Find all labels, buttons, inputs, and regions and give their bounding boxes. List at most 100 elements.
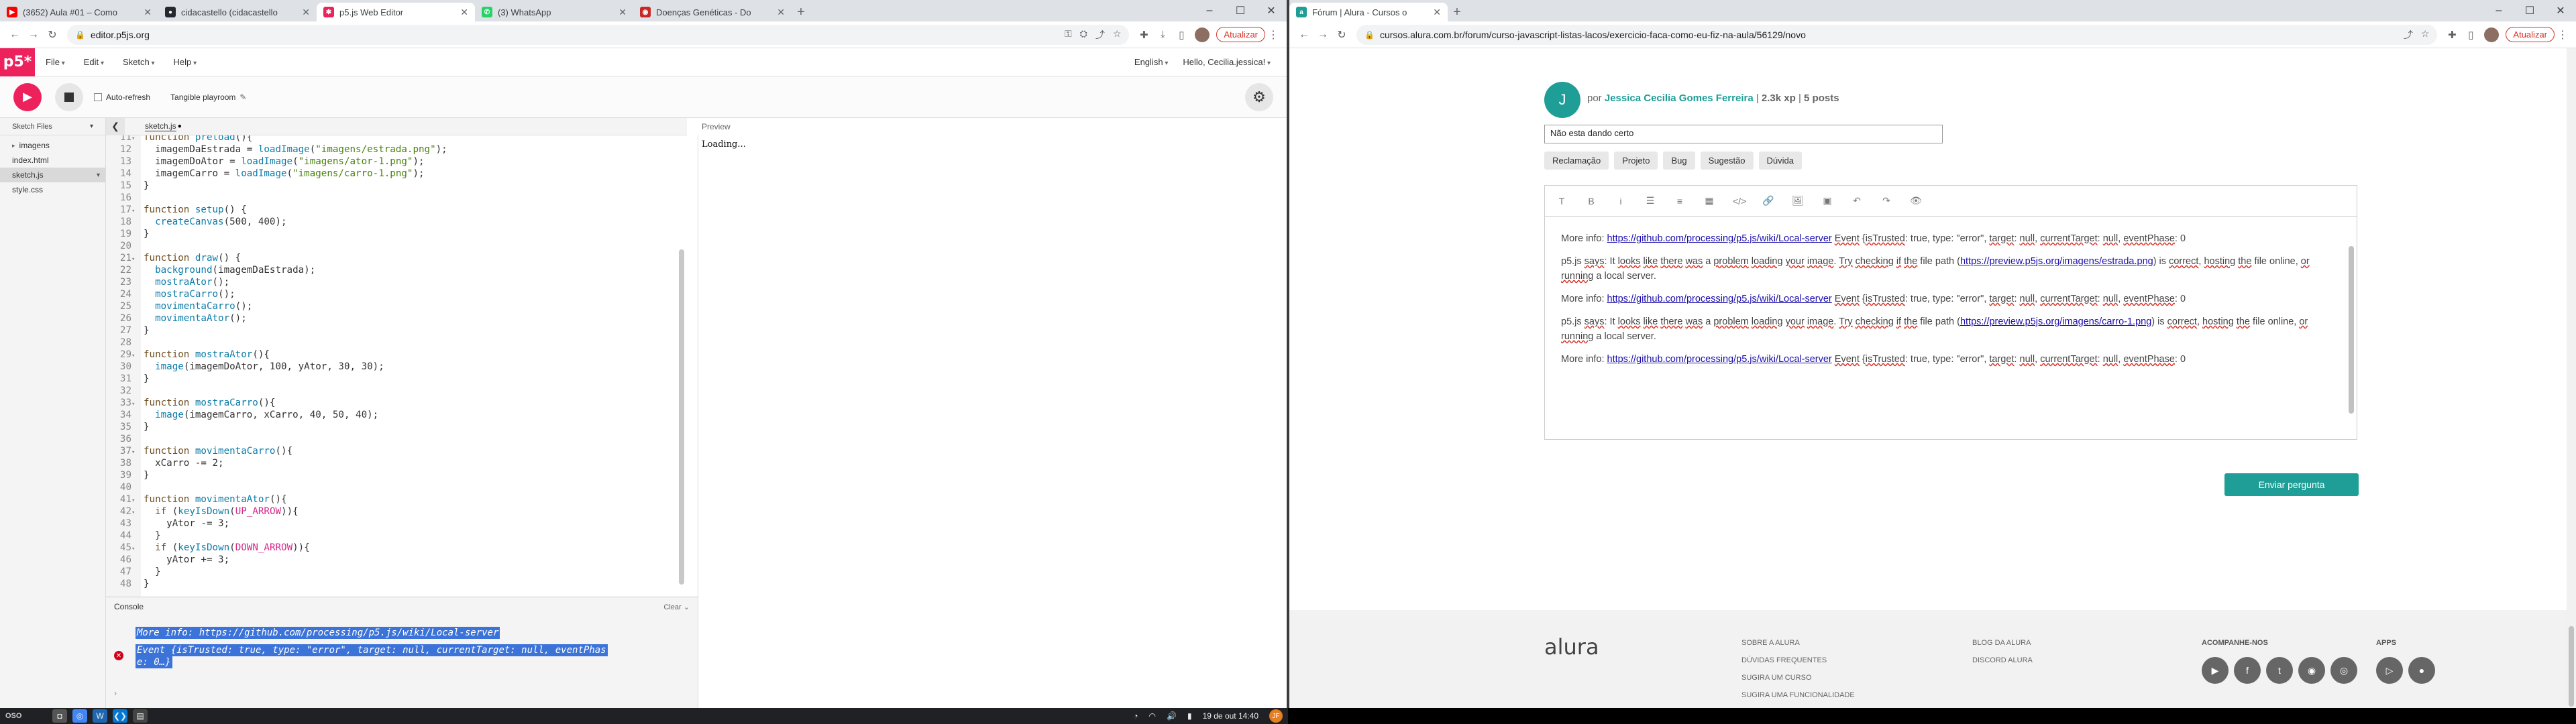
facebook-icon[interactable]: f xyxy=(2234,657,2261,684)
youtube-icon[interactable]: ▶ xyxy=(2202,657,2229,684)
preview-eye-icon[interactable]: 👁 xyxy=(1910,195,1922,206)
code-icon[interactable]: </> xyxy=(1733,196,1746,206)
file-item[interactable]: sketch.js ▾ xyxy=(0,168,105,182)
share-icon[interactable]: ⤴ xyxy=(1095,28,1105,42)
minimize-icon[interactable]: – xyxy=(2483,0,2514,21)
console-line[interactable]: More info: https://github.com/processing… xyxy=(136,627,500,639)
tab-close-icon[interactable]: ✕ xyxy=(460,7,468,18)
open-file-tab[interactable]: sketch.js xyxy=(145,121,176,131)
translate-icon[interactable]: ⛭ xyxy=(1080,28,1087,42)
menu-help[interactable]: Help xyxy=(174,57,197,67)
chrome-app-icon[interactable]: ◎ xyxy=(72,709,87,723)
code-editor[interactable]: 11▾ function preload(){12 imagemDaEstrada… xyxy=(106,135,687,597)
file-item[interactable]: style.css xyxy=(0,182,105,197)
editor-scrollbar[interactable] xyxy=(679,249,684,585)
tag-button[interactable]: Sugestão xyxy=(1700,152,1754,170)
new-tab-button[interactable]: + xyxy=(792,3,810,21)
console-prompt-icon[interactable]: › xyxy=(114,688,117,698)
editor-content[interactable]: More info: https://github.com/processing… xyxy=(1545,217,2357,389)
back-icon[interactable]: ← xyxy=(1295,25,1313,44)
close-window-icon[interactable]: ✕ xyxy=(1256,0,1287,21)
podcast-icon[interactable]: ◉ xyxy=(2298,657,2325,684)
author-name-link[interactable]: Jessica Cecilia Gomes Ferreira xyxy=(1605,93,1754,104)
bookmark-star-icon[interactable]: ☆ xyxy=(2421,28,2430,42)
page-scrollbar[interactable] xyxy=(2567,48,2576,708)
collapse-sidebar-icon[interactable]: ❮ xyxy=(106,117,125,135)
file-item[interactable]: ▸ imagens xyxy=(0,138,105,153)
image-icon[interactable]: 🖼 xyxy=(1792,195,1804,206)
reload-icon[interactable]: ↻ xyxy=(1332,25,1351,44)
alura-logo[interactable]: alura xyxy=(1544,634,1599,660)
folder-caret-icon[interactable]: ▸ xyxy=(12,142,15,149)
settings-gear-icon[interactable]: ⚙ xyxy=(1245,83,1273,111)
auto-refresh-checkbox[interactable]: Auto-refresh xyxy=(94,93,150,102)
share-icon[interactable]: ⤴ xyxy=(2404,28,2413,42)
numbered-list-icon[interactable]: ≡ xyxy=(1674,196,1686,206)
footer-link[interactable]: DISCORD ALURA xyxy=(1972,652,2033,669)
file-options-icon[interactable]: ▾ xyxy=(97,172,100,179)
file-item[interactable]: index.html xyxy=(0,153,105,168)
sidepanel-icon[interactable]: ▯ xyxy=(2461,25,2480,44)
files-app-icon[interactable]: ▤ xyxy=(133,709,148,723)
sidebar-menu-icon[interactable]: ▾ xyxy=(90,123,93,130)
browser-tab[interactable]: ✆ (3) WhatsApp ✕ xyxy=(475,3,633,21)
extensions-icon[interactable]: ✚ xyxy=(1134,25,1153,44)
tag-button[interactable]: Projeto xyxy=(1614,152,1658,170)
tag-button[interactable]: Bug xyxy=(1663,152,1695,170)
google-play-icon[interactable]: ▷ xyxy=(2376,657,2403,684)
media-icon[interactable]: ▣ xyxy=(1821,195,1833,206)
link-icon[interactable]: 🔗 xyxy=(1762,195,1774,206)
bold-icon[interactable]: B xyxy=(1585,196,1597,206)
maximize-icon[interactable]: ☐ xyxy=(2514,0,2545,21)
address-bar[interactable]: 🔒 cursos.alura.com.br/forum/curso-javasc… xyxy=(1356,24,2438,45)
close-window-icon[interactable]: ✕ xyxy=(2545,0,2576,21)
forward-icon[interactable]: → xyxy=(1313,25,1332,44)
tab-close-icon[interactable]: ✕ xyxy=(619,7,627,18)
user-avatar[interactable]: JF xyxy=(1269,709,1283,723)
network-icon[interactable]: ◔ xyxy=(1133,711,1138,721)
wifi-icon[interactable]: ◠ xyxy=(1149,711,1156,721)
sidepanel-icon[interactable]: ▯ xyxy=(1172,25,1191,44)
menu-kebab-icon[interactable]: ⋮ xyxy=(2555,28,2571,42)
extensions-icon[interactable]: ✚ xyxy=(2443,25,2461,44)
italic-icon[interactable]: i xyxy=(1615,196,1627,206)
page-scroll-thumb[interactable] xyxy=(2569,626,2574,707)
tag-button[interactable]: Reclamação xyxy=(1544,152,1609,170)
tab-close-icon[interactable]: ✕ xyxy=(1433,7,1441,18)
browser-tab[interactable]: ◉ Doenças Genéticas - Do ✕ xyxy=(633,3,792,21)
tab-close-icon[interactable]: ✕ xyxy=(302,7,310,18)
footer-link[interactable]: BLOG DA ALURA xyxy=(1972,634,2033,652)
bookmark-star-icon[interactable]: ☆ xyxy=(1113,28,1122,42)
update-button[interactable]: Atualizar xyxy=(2506,27,2555,42)
footer-link[interactable]: DÚVIDAS FREQUENTES xyxy=(1741,652,1855,669)
browser-tab[interactable]: a Fórum | Alura - Cursos o ✕ xyxy=(1289,3,1448,21)
menu-edit[interactable]: Edit xyxy=(84,57,104,67)
camera-app-icon[interactable]: ◘ xyxy=(52,709,67,723)
apple-icon[interactable]: ● xyxy=(2408,657,2435,684)
footer-link[interactable]: SOBRE A ALURA xyxy=(1741,634,1855,652)
twitter-icon[interactable]: t xyxy=(2266,657,2293,684)
new-tab-button[interactable]: + xyxy=(1448,3,1466,21)
console-line[interactable]: e: 0…} xyxy=(136,656,172,668)
download-icon[interactable]: ⤓ xyxy=(1153,25,1172,44)
heading-icon[interactable]: T xyxy=(1556,196,1568,206)
clock[interactable]: 19 de out 14:40 xyxy=(1203,711,1258,721)
tag-button[interactable]: Dúvida xyxy=(1758,152,1803,170)
menu-file[interactable]: File xyxy=(46,57,65,67)
word-app-icon[interactable]: W xyxy=(93,709,107,723)
console-clear-button[interactable]: Clear ⌄ xyxy=(663,603,690,611)
undo-icon[interactable]: ↶ xyxy=(1851,195,1863,206)
menu-sketch[interactable]: Sketch xyxy=(123,57,155,67)
tab-close-icon[interactable]: ✕ xyxy=(144,7,152,18)
os-launcher[interactable]: OSO xyxy=(5,712,25,720)
p5-logo[interactable]: p5* xyxy=(0,48,35,76)
console-line[interactable]: Event {isTrusted: true, type: "error", t… xyxy=(136,644,608,656)
battery-icon[interactable]: ▮ xyxy=(1187,711,1192,721)
browser-tab[interactable]: ▶ (3652) Aula #01 – Como ✕ xyxy=(0,3,158,21)
address-bar[interactable]: 🔒 editor.p5js.org ⚿ ⛭ ⤴ ☆ xyxy=(67,24,1130,45)
back-icon[interactable]: ← xyxy=(5,25,24,44)
language-menu[interactable]: English xyxy=(1134,57,1168,67)
menu-kebab-icon[interactable]: ⋮ xyxy=(1265,28,1281,42)
send-question-button[interactable]: Enviar pergunta xyxy=(2224,473,2359,496)
redo-icon[interactable]: ↷ xyxy=(1880,195,1892,206)
